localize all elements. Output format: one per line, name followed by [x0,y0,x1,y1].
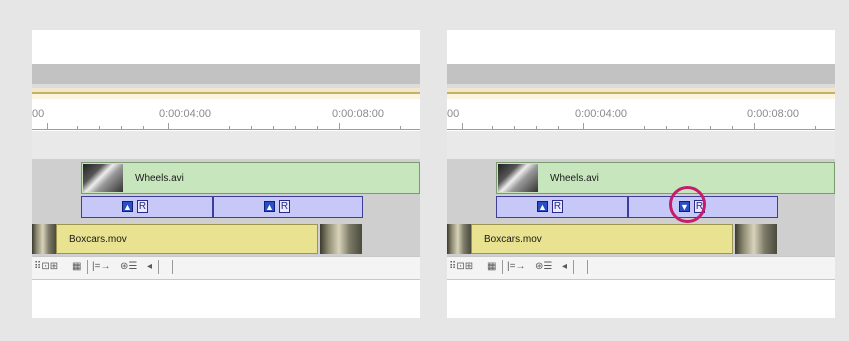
timeline-toolbar [447,256,835,280]
ruler-label: 0:00:04:00 [575,108,627,120]
clip-name: Wheels.avi [135,173,184,184]
toolbar-divider [573,260,574,274]
grid-icon[interactable]: ⊛☰ [120,260,137,274]
ruler-tick [400,126,401,129]
transition-clip[interactable]: ▲ R [81,196,213,218]
ruler-baseline [447,129,835,130]
toggle-icon[interactable]: ▦ [487,260,496,274]
ruler-label: 0:00:04:00 [159,108,211,120]
ruler-label: 00 [32,108,45,120]
toolbar-divider [502,260,503,274]
work-area-bar[interactable] [32,64,420,84]
clip-thumbnail [735,224,777,254]
toolbar-divider [87,260,88,274]
ruler-tick [558,126,559,129]
ruler-tick [143,126,144,129]
transition-icon: R [279,200,290,213]
ruler-label: 00 [447,108,460,120]
ruler-label: 0:00:08:00 [747,108,799,120]
ruler-tick [251,126,252,129]
track-options-icon[interactable]: ⠿⊡⊞ [449,260,473,274]
ruler-tick [732,126,733,129]
timeline-spacer-row [447,131,835,159]
transition-icon: R [552,200,563,213]
scroll-left-icon[interactable]: ◂ [147,260,152,274]
clip-name: Boxcars.mov [69,234,127,245]
ruler-tick [317,126,318,129]
up-arrow-icon[interactable]: ▲ [122,201,133,212]
timeline-toolbar [32,256,420,280]
arrow-icon[interactable]: |=→ [507,260,525,274]
ruler-label: 0:00:08:00 [332,108,384,120]
ruler-tick [47,123,48,129]
toggle-icon[interactable]: ▦ [72,260,81,274]
clip-name: Wheels.avi [550,173,599,184]
track-options-icon[interactable]: ⠿⊡⊞ [34,260,58,274]
transition-clip[interactable]: ▲ R [213,196,363,218]
clip-name: Boxcars.mov [484,234,542,245]
arrow-icon[interactable]: |=→ [92,260,110,274]
ruler-tick [815,126,816,129]
ruler-tick [583,123,584,129]
clip-thumbnail [83,164,123,192]
clip-thumbnail [320,224,362,254]
ruler-tick [99,126,100,129]
timeline-panel-after: 00 0:00:04:00 0:00:08:00 Wheels.avi ▲ R … [447,30,835,318]
ruler-tick [710,126,711,129]
timeline-panel-before: 00 0:00:04:00 0:00:08:00 Wheels.avi ▲ R … [32,30,420,318]
scroll-left-icon[interactable]: ◂ [562,260,567,274]
ruler-tick [688,126,689,129]
ruler-tick [492,126,493,129]
toolbar-divider [587,260,588,274]
clip-thumbnail [498,164,538,192]
ruler-tick [168,123,169,129]
clip-thumbnail [32,224,56,254]
ruler-tick [514,126,515,129]
ruler-tick [77,126,78,129]
ruler-tick [644,126,645,129]
audio-clip-boxcars[interactable]: Boxcars.mov [471,224,733,254]
ruler-tick [273,126,274,129]
toolbar-divider [172,260,173,274]
toolbar-divider [158,260,159,274]
ruler-tick [536,126,537,129]
transition-clip[interactable]: ▲ R [496,196,628,218]
video-clip-wheels[interactable]: Wheels.avi [496,162,835,194]
grid-icon[interactable]: ⊛☰ [535,260,552,274]
ruler-tick [229,126,230,129]
audio-clip-boxcars[interactable]: Boxcars.mov [56,224,318,254]
ruler-tick [121,126,122,129]
video-clip-wheels[interactable]: Wheels.avi [81,162,420,194]
ruler-tick [339,123,340,129]
ruler-tick [462,123,463,129]
ruler-tick [666,126,667,129]
highlight-circle [669,186,706,223]
up-arrow-icon[interactable]: ▲ [264,201,275,212]
work-area-bar[interactable] [447,64,835,84]
timeline-spacer-row [32,131,420,159]
clip-thumbnail [447,224,471,254]
ruler-baseline [32,129,420,130]
transition-icon: R [137,200,148,213]
ruler-tick [754,123,755,129]
ruler-tick [295,126,296,129]
up-arrow-icon[interactable]: ▲ [537,201,548,212]
